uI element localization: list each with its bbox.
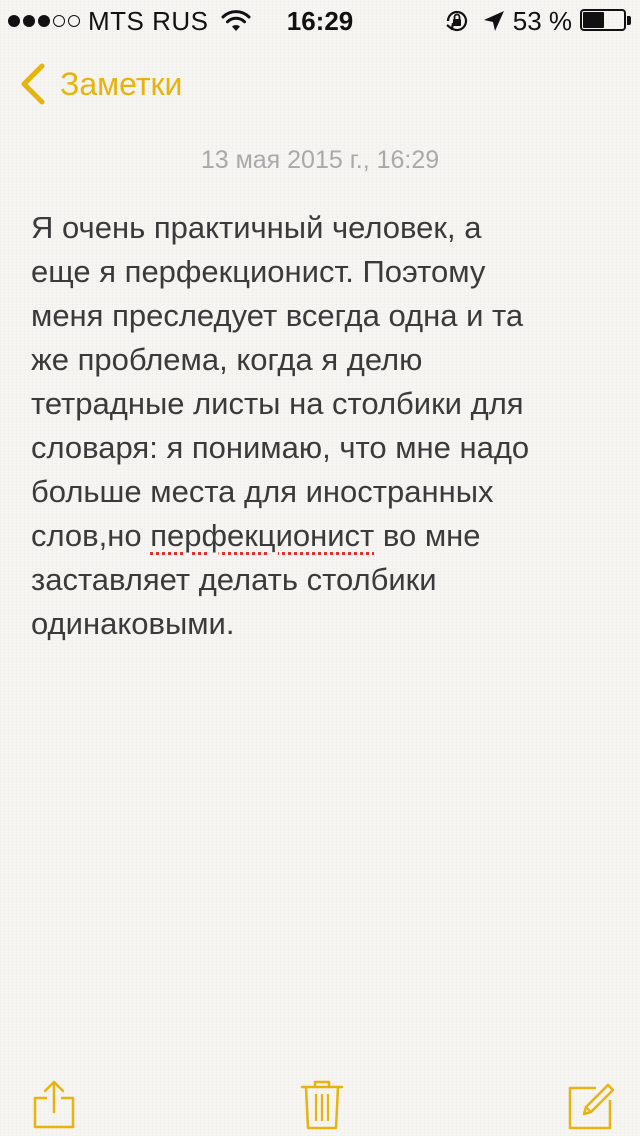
- back-button[interactable]: Заметки: [18, 62, 182, 106]
- battery-percent: 53 %: [512, 5, 572, 36]
- share-button[interactable]: [30, 1078, 78, 1130]
- chevron-left-icon: [21, 63, 45, 105]
- note-text-area[interactable]: Я очень практичный человек, а еще я перф…: [31, 206, 611, 646]
- compose-button[interactable]: [566, 1078, 615, 1130]
- compose-icon: [568, 1083, 615, 1130]
- note-line: же проблема, когда я делю: [31, 342, 423, 377]
- note-line: слов,но перфекционист во мне: [31, 514, 611, 558]
- note-line: Я очень практичный человек, а: [31, 210, 482, 245]
- note-line: тетрадные листы на столбики для: [31, 386, 524, 421]
- share-icon: [33, 1080, 75, 1129]
- delete-button[interactable]: [298, 1078, 346, 1130]
- status-right: 53 %: [443, 6, 632, 36]
- note-date: 13 мая 2015 г., 16:29: [200, 146, 440, 174]
- battery-tip: [627, 16, 631, 25]
- misspelled-word[interactable]: перфекционист: [150, 518, 374, 553]
- note-text-segment: во мне: [374, 518, 481, 553]
- note-line: больше места для иностранных: [31, 474, 494, 509]
- location-arrow-icon: [483, 11, 504, 31]
- battery-icon: [580, 9, 632, 33]
- battery-fill: [583, 12, 605, 28]
- rotation-lock-icon: [446, 10, 467, 32]
- bottom-toolbar: [0, 1048, 640, 1136]
- note-text-segment: слов,но: [31, 518, 151, 553]
- note-line: словаря: я понимаю, что мне надо: [31, 430, 530, 465]
- back-button-label: Заметки: [60, 65, 183, 102]
- note-line: заставляет делать столбики: [31, 562, 437, 597]
- note-line: меня преследует всегда одна и та: [31, 298, 524, 333]
- status-bar: MTS RUS 16:29 53 %: [0, 0, 640, 40]
- note-line: еще я перфекционист. Поэтому: [31, 254, 486, 289]
- trash-icon: [300, 1080, 344, 1130]
- note-line: одинаковыми.: [31, 606, 235, 641]
